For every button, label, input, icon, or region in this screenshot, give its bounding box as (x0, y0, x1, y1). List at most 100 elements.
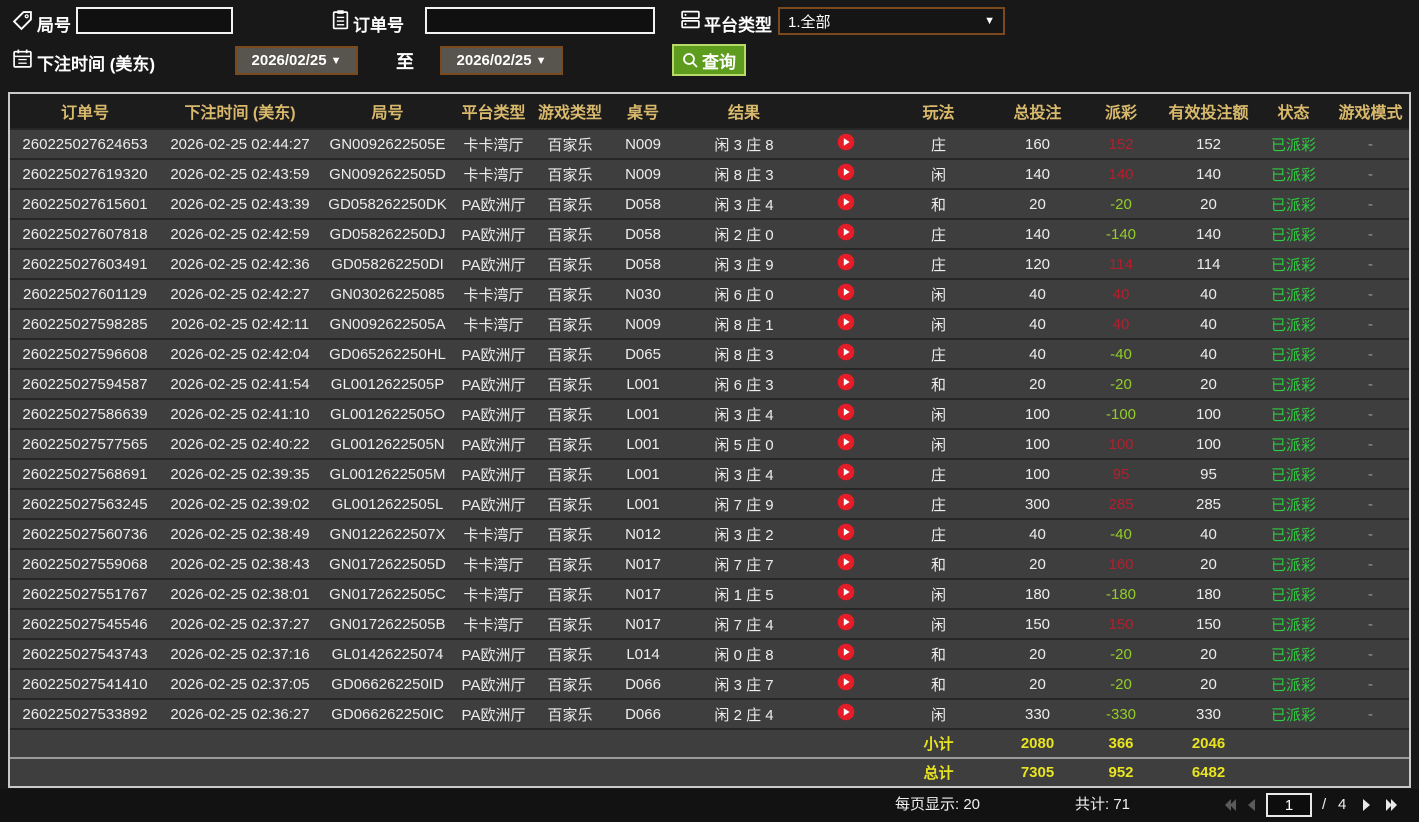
grand-total-valid-bet: 6482 (1191, 764, 1226, 781)
header-bet-time: 下注时间 (美东) (184, 105, 296, 122)
replay-play-icon[interactable] (837, 433, 855, 451)
order-number-input[interactable] (425, 7, 655, 34)
cell-game-type: 百家乐 (547, 706, 593, 724)
cell-order-number: 260225027598285 (22, 315, 148, 333)
cell-total-bet: 20 (1029, 195, 1046, 213)
search-icon (683, 52, 698, 68)
cell-order-number: 260225027624653 (22, 135, 148, 153)
grand-total-row: 总计 7305 952 6482 (10, 757, 1409, 786)
replay-play-icon[interactable] (837, 523, 855, 541)
page-number-input[interactable] (1266, 793, 1312, 817)
replay-play-icon[interactable] (837, 283, 855, 301)
header-order-number: 订单号 (60, 105, 109, 122)
replay-play-icon[interactable] (837, 193, 855, 211)
cell-platform-type: 卡卡湾厅 (463, 526, 524, 544)
cell-order-number: 260225027533892 (22, 705, 148, 723)
cell-payout: 285 (1108, 495, 1134, 513)
cell-order-number: 260225027563245 (22, 495, 148, 513)
cell-total-bet: 140 (1024, 165, 1051, 183)
cell-total-bet: 100 (1024, 465, 1051, 483)
cell-round-number: GL01426225074 (331, 645, 444, 663)
round-number-input[interactable] (76, 7, 233, 34)
table-row: 260225027607818 2026-02-25 02:42:59 GD05… (10, 218, 1409, 248)
cell-order-number: 260225027607818 (22, 225, 148, 243)
cell-payout: -40 (1110, 345, 1132, 363)
platform-type-select[interactable]: 1.全部 ▼ (778, 7, 1005, 35)
cell-play-type: 闲 (930, 286, 946, 304)
replay-play-icon[interactable] (837, 403, 855, 421)
cell-table-number: L001 (626, 465, 660, 483)
cell-game-mode: - (1368, 255, 1373, 273)
next-page-icon[interactable] (1358, 797, 1374, 813)
date-from-picker[interactable]: 2026/02/25 ▼ (235, 46, 358, 75)
cell-platform-type: PA欧洲厅 (461, 406, 526, 424)
cell-bet-time: 2026-02-25 02:39:02 (170, 495, 310, 513)
cell-payout: -20 (1110, 375, 1132, 393)
replay-play-icon[interactable] (837, 373, 855, 391)
cell-game-type: 百家乐 (547, 316, 593, 334)
cell-platform-type: 卡卡湾厅 (463, 286, 524, 304)
cell-order-number: 260225027560736 (22, 525, 148, 543)
cell-play-type: 和 (930, 556, 946, 574)
replay-play-icon[interactable] (837, 163, 855, 181)
replay-play-icon[interactable] (837, 133, 855, 151)
replay-play-icon[interactable] (837, 613, 855, 631)
cell-payout: 150 (1108, 615, 1134, 633)
cell-result: 闲 3 庄 2 (714, 526, 774, 544)
cell-table-number: N009 (625, 165, 661, 183)
cell-bet-time: 2026-02-25 02:43:59 (170, 165, 310, 183)
cell-replay (810, 283, 882, 305)
round-number-label: 局号 (37, 16, 71, 35)
cell-platform-type: PA欧洲厅 (461, 436, 526, 454)
cell-game-mode: - (1368, 375, 1373, 393)
cell-bet-time: 2026-02-25 02:39:35 (170, 465, 310, 483)
cell-payout: 160 (1108, 555, 1134, 573)
header-round-number: 局号 (371, 105, 404, 122)
table-row: 260225027624653 2026-02-25 02:44:27 GN00… (10, 128, 1409, 158)
prev-page-icon[interactable] (1244, 797, 1260, 813)
last-page-icon[interactable] (1384, 797, 1400, 813)
replay-play-icon[interactable] (837, 583, 855, 601)
table-row: 260225027619320 2026-02-25 02:43:59 GN00… (10, 158, 1409, 188)
cell-play-type: 和 (930, 646, 946, 664)
replay-play-icon[interactable] (837, 673, 855, 691)
platform-type-label: 平台类型 (704, 16, 772, 35)
cell-bet-time: 2026-02-25 02:41:10 (170, 405, 310, 423)
date-to-picker[interactable]: 2026/02/25 ▼ (440, 46, 563, 75)
cell-platform-type: PA欧洲厅 (461, 706, 526, 724)
table-row: 260225027603491 2026-02-25 02:42:36 GD05… (10, 248, 1409, 278)
cell-game-mode: - (1368, 435, 1373, 453)
calendar-icon (13, 49, 32, 68)
cell-order-number: 260225027586639 (22, 405, 148, 423)
cell-game-type: 百家乐 (547, 616, 593, 634)
replay-play-icon[interactable] (837, 703, 855, 721)
cell-game-type: 百家乐 (547, 196, 593, 214)
cell-play-type: 庄 (930, 526, 946, 544)
replay-play-icon[interactable] (837, 553, 855, 571)
first-page-icon[interactable] (1222, 797, 1238, 813)
cell-result: 闲 6 庄 0 (714, 286, 774, 304)
cell-platform-type: PA欧洲厅 (461, 496, 526, 514)
replay-play-icon[interactable] (837, 313, 855, 331)
cell-valid-bet: 150 (1195, 615, 1222, 633)
cell-payout: 100 (1108, 435, 1134, 453)
cell-bet-time: 2026-02-25 02:42:59 (170, 225, 310, 243)
replay-play-icon[interactable] (837, 223, 855, 241)
cell-total-bet: 20 (1029, 675, 1046, 693)
replay-play-icon[interactable] (837, 643, 855, 661)
date-to-value: 2026/02/25 (456, 52, 532, 69)
cell-platform-type: PA欧洲厅 (461, 256, 526, 274)
replay-play-icon[interactable] (837, 493, 855, 511)
cell-order-number: 260225027601129 (22, 285, 148, 303)
cell-table-number: D066 (625, 705, 661, 723)
replay-play-icon[interactable] (837, 463, 855, 481)
table-row: 260225027601129 2026-02-25 02:42:27 GN03… (10, 278, 1409, 308)
replay-play-icon[interactable] (837, 253, 855, 271)
replay-play-icon[interactable] (837, 343, 855, 361)
cell-result: 闲 3 庄 9 (714, 256, 774, 274)
query-button[interactable]: 查询 (672, 44, 746, 76)
cell-result: 闲 3 庄 4 (714, 466, 774, 484)
cell-bet-time: 2026-02-25 02:40:22 (170, 435, 310, 453)
cell-result: 闲 8 庄 3 (714, 166, 774, 184)
cell-total-bet: 20 (1029, 645, 1046, 663)
